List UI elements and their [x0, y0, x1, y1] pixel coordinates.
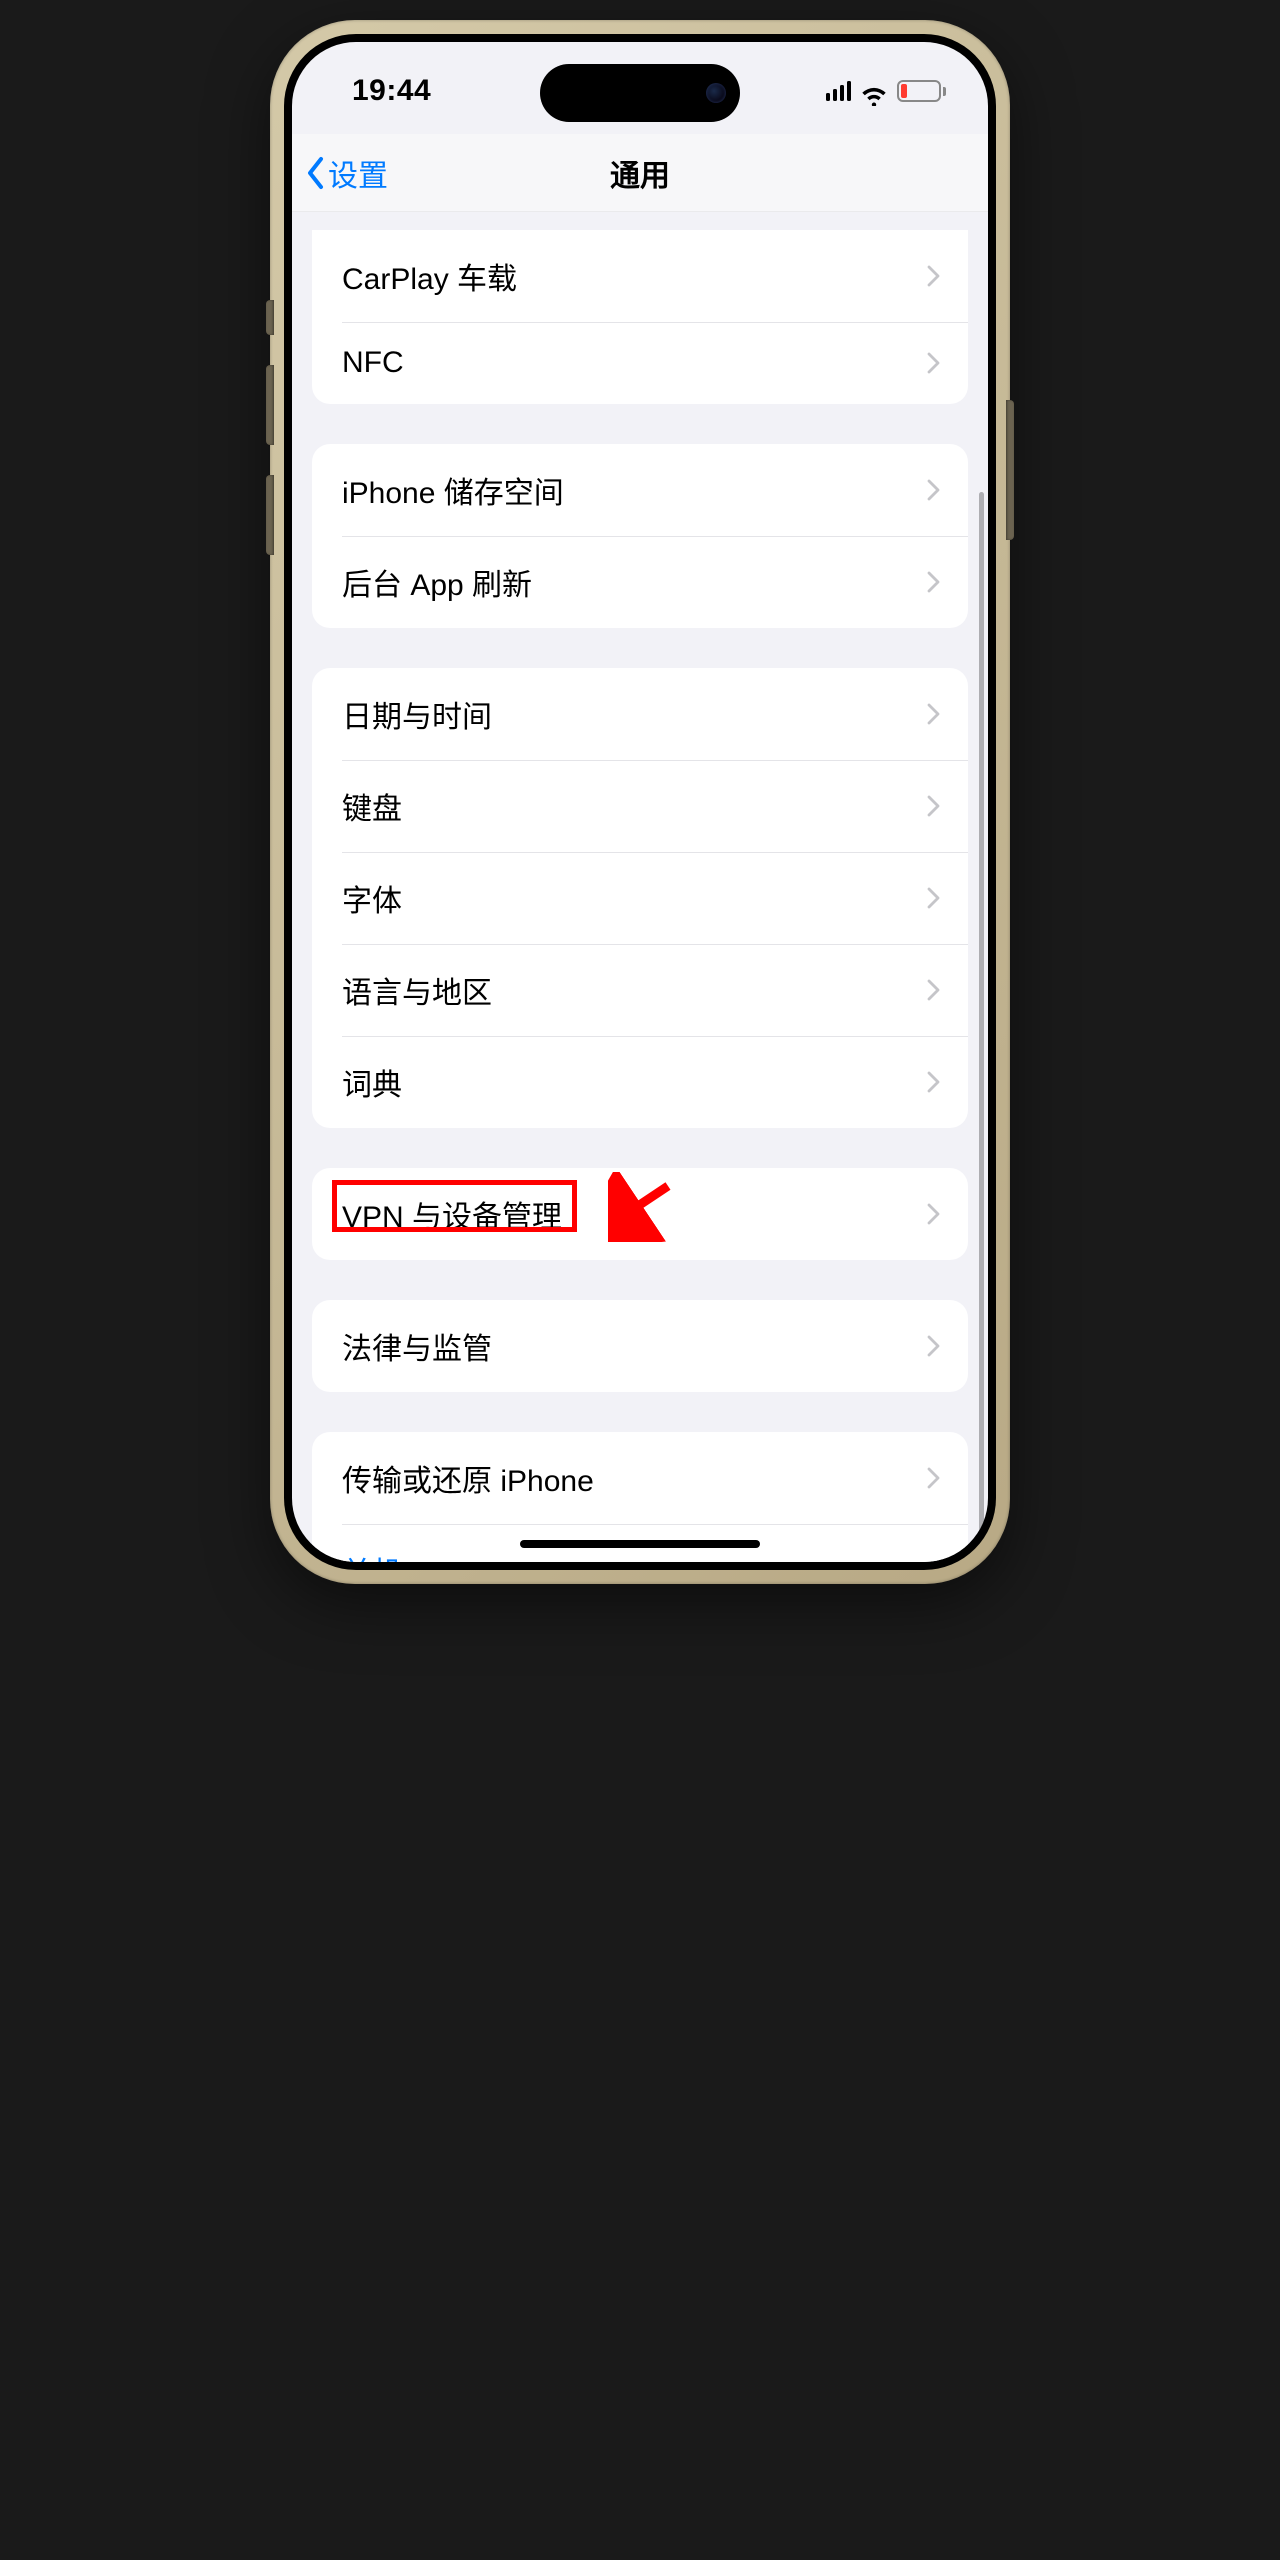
settings-group: CarPlay 车载 NFC — [312, 230, 968, 404]
row-carplay[interactable]: CarPlay 车载 — [312, 230, 968, 322]
row-label: CarPlay 车载 — [342, 254, 517, 298]
row-label: 法律与监管 — [342, 1324, 492, 1368]
settings-group: iPhone 储存空间 后台 App 刷新 — [312, 444, 968, 628]
settings-group: 日期与时间 键盘 字体 语言与地区 — [312, 668, 968, 1128]
chevron-right-icon — [927, 1203, 940, 1225]
row-label: iPhone 储存空间 — [342, 468, 564, 512]
row-dictionary[interactable]: 词典 — [312, 1036, 968, 1128]
status-time: 19:44 — [352, 68, 431, 108]
row-label: 键盘 — [342, 784, 402, 828]
row-language-region[interactable]: 语言与地区 — [312, 944, 968, 1036]
row-label: 后台 App 刷新 — [342, 560, 532, 604]
dynamic-island — [540, 64, 740, 122]
row-legal-regulatory[interactable]: 法律与监管 — [312, 1300, 968, 1392]
row-label: 传输或还原 iPhone — [342, 1456, 594, 1500]
chevron-right-icon — [927, 1071, 940, 1093]
chevron-right-icon — [927, 571, 940, 593]
screen-bezel: 19:44 设置 — [284, 34, 996, 1570]
screen: 19:44 设置 — [292, 42, 988, 1562]
phone-device-frame: 19:44 设置 — [270, 20, 1010, 1584]
row-transfer-reset-iphone[interactable]: 传输或还原 iPhone — [312, 1432, 968, 1524]
row-nfc[interactable]: NFC — [312, 322, 968, 404]
scroll-indicator — [979, 492, 984, 1532]
page-title: 通用 — [610, 151, 670, 195]
row-background-app-refresh[interactable]: 后台 App 刷新 — [312, 536, 968, 628]
chevron-right-icon — [927, 352, 940, 374]
row-keyboard[interactable]: 键盘 — [312, 760, 968, 852]
back-button[interactable]: 设置 — [306, 151, 388, 195]
navigation-bar: 设置 通用 — [292, 134, 988, 212]
row-label: 词典 — [342, 1060, 402, 1104]
settings-group: VPN 与设备管理 — [312, 1168, 968, 1260]
chevron-right-icon — [927, 887, 940, 909]
row-label: 关机 — [342, 1548, 402, 1562]
settings-group: 法律与监管 — [312, 1300, 968, 1392]
chevron-right-icon — [927, 1467, 940, 1489]
row-fonts[interactable]: 字体 — [312, 852, 968, 944]
row-label: 日期与时间 — [342, 692, 492, 736]
chevron-right-icon — [927, 1335, 940, 1357]
cellular-signal-icon — [826, 81, 852, 101]
device-left-buttons — [266, 300, 274, 585]
settings-content[interactable]: CarPlay 车载 NFC iPhone 储存空间 后台 A — [292, 212, 988, 1562]
battery-low-icon — [897, 80, 946, 102]
row-vpn-device-management[interactable]: VPN 与设备管理 — [312, 1168, 968, 1260]
back-label: 设置 — [328, 151, 388, 195]
row-label: VPN 与设备管理 — [342, 1192, 562, 1236]
row-iphone-storage[interactable]: iPhone 储存空间 — [312, 444, 968, 536]
row-date-time[interactable]: 日期与时间 — [312, 668, 968, 760]
home-indicator[interactable] — [520, 1540, 760, 1548]
chevron-right-icon — [927, 703, 940, 725]
chevron-right-icon — [927, 979, 940, 1001]
device-right-buttons — [1006, 400, 1014, 540]
chevron-right-icon — [927, 265, 940, 287]
row-label: NFC — [342, 346, 404, 380]
row-label: 字体 — [342, 876, 402, 920]
chevron-right-icon — [927, 795, 940, 817]
chevron-left-icon — [306, 156, 326, 190]
front-camera — [706, 83, 726, 103]
chevron-right-icon — [927, 479, 940, 501]
row-label: 语言与地区 — [342, 968, 492, 1012]
wifi-icon — [861, 80, 887, 102]
